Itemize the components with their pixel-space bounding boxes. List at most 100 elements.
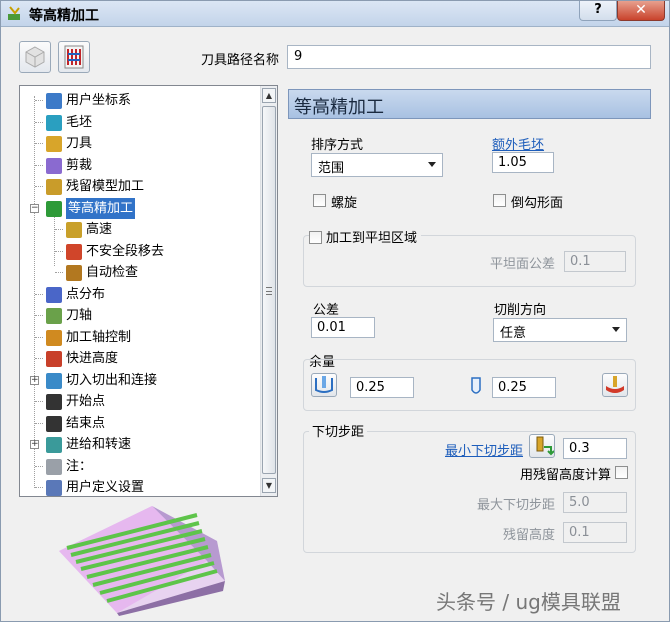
- tree-item[interactable]: 残留模型加工: [20, 176, 258, 197]
- tree-item[interactable]: 高速: [20, 219, 258, 240]
- tree-item-label: 不安全段移去: [86, 243, 165, 259]
- tree-item[interactable]: 点分布: [20, 284, 258, 305]
- expand-icon[interactable]: +: [30, 440, 39, 449]
- component-allowance-button[interactable]: [602, 373, 628, 397]
- point-distribution-icon: [46, 286, 62, 303]
- scroll-down-icon[interactable]: ▼: [262, 478, 276, 493]
- flat-tolerance-input[interactable]: 0.1: [564, 251, 626, 272]
- toolpath-icon: [64, 45, 84, 69]
- radial-allowance-input[interactable]: 0.25: [350, 377, 414, 398]
- tree-item-label: 快进高度: [66, 351, 119, 366]
- tree-item[interactable]: 刀轴: [20, 305, 258, 326]
- high-speed-icon: [66, 222, 82, 238]
- tree-item[interactable]: 自动检查: [20, 262, 258, 283]
- flat-machining-legend: 加工到平坦区域: [309, 227, 422, 246]
- tree-item[interactable]: 开始点: [20, 391, 258, 412]
- tool-axis-icon: [46, 308, 62, 324]
- cut-direction-value: 任意: [500, 326, 527, 341]
- tree-item-label: 用户坐标系: [66, 93, 132, 108]
- help-button[interactable]: ?: [579, 1, 617, 21]
- ordering-select[interactable]: 范围: [311, 153, 443, 177]
- preview-toggle-button[interactable]: [19, 41, 51, 73]
- dropdown-arrow-icon: [428, 162, 436, 167]
- undercut-checkbox[interactable]: [493, 194, 506, 207]
- tree-item[interactable]: 快进高度: [20, 348, 258, 369]
- scroll-thumb[interactable]: [262, 106, 276, 474]
- end-point-icon: [46, 415, 62, 432]
- tree-item[interactable]: 不安全段移去: [20, 241, 258, 262]
- toolpath-name-input[interactable]: 9: [287, 45, 651, 69]
- user-settings-icon: [46, 480, 62, 496]
- tree-item-label: 用户定义设置: [66, 480, 145, 495]
- toolpath-name-label: 刀具路径名称: [201, 53, 280, 68]
- strategy-tree: 用户坐标系毛坯 刀具 剪裁残留模型加工 − 等高精加工 高速不安全段移去自动检查点分布刀轴…: [19, 85, 278, 497]
- flat-machining-checkbox[interactable]: [309, 231, 322, 244]
- undercut-label: 倒勾形面: [511, 196, 564, 211]
- constant-z-icon: [46, 200, 62, 217]
- tree-item-label: 开始点: [66, 394, 106, 409]
- tolerance-input[interactable]: 0.01: [311, 317, 375, 338]
- window-title: 等高精加工: [29, 8, 99, 24]
- tree-item[interactable]: 加工轴控制: [20, 327, 258, 348]
- tree-item[interactable]: − 等高精加工: [20, 197, 258, 219]
- tree-item-label: 结束点: [66, 415, 106, 431]
- axial-allowance-input[interactable]: 0.25: [492, 377, 556, 398]
- cusp-height-input[interactable]: 0.1: [563, 522, 627, 543]
- ordering-label: 排序方式: [311, 138, 364, 153]
- tree-item-label: 点分布: [66, 286, 106, 302]
- max-stepdown-label: 最大下切步距: [477, 498, 556, 513]
- extra-stock-input[interactable]: 1.05: [492, 152, 554, 173]
- tree-item-label: 刀轴: [66, 308, 93, 323]
- scroll-up-icon[interactable]: ▲: [262, 88, 276, 103]
- close-button[interactable]: ✕: [617, 1, 665, 21]
- tree-item-label: 切入切出和连接: [66, 372, 158, 388]
- use-cusp-checkbox[interactable]: [615, 466, 628, 479]
- rapid-height-icon: [46, 351, 62, 367]
- constant-z-app-icon: [8, 6, 20, 20]
- auto-check-icon: [66, 265, 82, 281]
- tree-item[interactable]: + 进给和转速: [20, 434, 258, 455]
- extra-stock-link[interactable]: 额外毛坯: [492, 134, 544, 153]
- stepdown-tool-button[interactable]: [529, 434, 555, 458]
- allowance-mode-button[interactable]: [311, 373, 337, 397]
- title-bar[interactable]: 等高精加工 ? ✕: [1, 1, 669, 27]
- spiral-checkbox[interactable]: [313, 194, 326, 207]
- flat-tolerance-label: 平坦面公差: [490, 257, 556, 272]
- start-point-icon: [46, 394, 62, 410]
- tree-item[interactable]: + 切入切出和连接: [20, 370, 258, 391]
- tree-item[interactable]: 剪裁: [20, 155, 258, 176]
- limit-icon: [46, 157, 62, 174]
- flat-machining-label: 加工到平坦区域: [326, 231, 418, 246]
- expand-icon[interactable]: +: [30, 375, 39, 385]
- dialog-window: 等高精加工 ? ✕ 刀具路径名称 9 用户坐标系 毛坯 刀具 剪裁 残留模型加工 − 等高精…: [0, 0, 670, 622]
- tree-item[interactable]: 用户坐标系: [20, 90, 258, 111]
- collapse-icon[interactable]: −: [30, 203, 39, 213]
- feeds-speeds-icon: [46, 437, 62, 453]
- max-stepdown-input[interactable]: 5.0: [563, 492, 627, 513]
- tree-item[interactable]: 刀具: [20, 133, 258, 154]
- ordering-value: 范围: [318, 161, 345, 176]
- cut-direction-label: 切削方向: [494, 303, 547, 318]
- dropdown-arrow-icon: [612, 327, 620, 332]
- tree-item-label: 注：: [66, 458, 93, 474]
- strategy-header-title: 等高精加工: [294, 97, 384, 118]
- min-stepdown-link[interactable]: 最小下切步距: [445, 440, 523, 459]
- leads-links-icon: [46, 372, 62, 389]
- tree-item[interactable]: 注：: [20, 456, 258, 477]
- cut-direction-select[interactable]: 任意: [493, 318, 627, 342]
- tree-scrollbar[interactable]: ▲ ▼: [260, 86, 277, 496]
- tree-item[interactable]: 毛坯: [20, 112, 258, 133]
- toolpath-display-button[interactable]: [58, 41, 90, 73]
- tree-item[interactable]: 用户定义设置: [20, 477, 258, 498]
- spiral-label: 螺旋: [331, 196, 358, 211]
- tool-icon: [46, 136, 62, 152]
- tree-item-label: 进给和转速: [66, 437, 132, 452]
- axial-allowance-icon: [471, 377, 481, 394]
- strategy-preview-image: [59, 506, 225, 616]
- use-cusp-label: 用残留高度计算: [520, 468, 612, 483]
- min-stepdown-input[interactable]: 0.3: [563, 438, 627, 459]
- tolerance-label: 公差: [313, 303, 340, 318]
- component-allowance-icon: [606, 376, 624, 393]
- tree-item-label: 残留模型加工: [66, 179, 145, 194]
- tree-item[interactable]: 结束点: [20, 413, 258, 434]
